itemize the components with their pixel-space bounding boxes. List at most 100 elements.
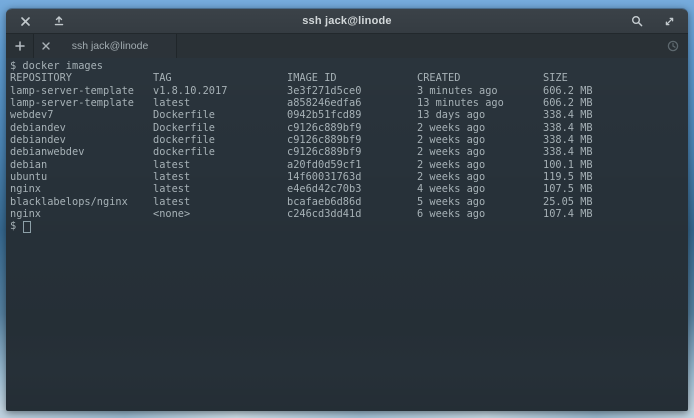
wallpaper-bottom-strip: [0, 410, 694, 418]
table-cell: c246cd3dd41d: [287, 208, 361, 220]
fullscreen-button[interactable]: [658, 9, 680, 33]
table-cell: dockerfile: [153, 134, 215, 146]
table-cell: Dockerfile: [153, 109, 215, 121]
new-tab-icon: [15, 41, 25, 51]
docker-images-table: REPOSITORYTAGIMAGE IDCREATEDSIZElamp-ser…: [10, 72, 688, 220]
tabbar: ssh jack@linode: [6, 33, 688, 58]
tab-close-button[interactable]: [34, 42, 58, 50]
table-cell: latest: [153, 171, 190, 183]
close-button[interactable]: [14, 9, 36, 33]
table-cell: blacklabelops/nginx: [10, 196, 128, 208]
table-row: debianwebdev dockerfile c9126c889bf9 2 week…: [10, 146, 688, 158]
table-cell: 2 weeks ago: [417, 171, 485, 183]
titlebar[interactable]: ssh jack@linode: [6, 9, 688, 33]
table-cell: 606.2 MB: [543, 85, 593, 97]
new-tab-button[interactable]: [6, 34, 34, 58]
search-button[interactable]: [626, 9, 648, 33]
table-cell: 14f60031763d: [287, 171, 361, 183]
table-cell: c9126c889bf9: [287, 146, 361, 158]
table-cell: a858246edfa6: [287, 97, 361, 109]
table-row: nginx <none> c246cd3dd41d 6 weeks ago 107.4 …: [10, 208, 688, 220]
table-cell: latest: [153, 97, 190, 109]
table-cell: 338.4 MB: [543, 109, 593, 121]
table-cell: 100.1 MB: [543, 159, 593, 171]
table-cell: debian: [10, 159, 47, 171]
table-cell: TAG: [153, 72, 172, 84]
table-cell: debiandev: [10, 134, 66, 146]
table-cell: 338.4 MB: [543, 146, 593, 158]
maximize-button[interactable]: [48, 9, 70, 33]
table-row: lamp-server-template latest a858246edfa6 13…: [10, 97, 688, 109]
table-header-row: REPOSITORY TAG IMAGE ID CREATED SIZE: [10, 72, 688, 84]
table-cell: 5 weeks ago: [417, 196, 485, 208]
table-cell: 107.4 MB: [543, 208, 593, 220]
fullscreen-icon: [664, 16, 675, 27]
terminal-cursor: [23, 221, 31, 233]
table-cell: IMAGE ID: [287, 72, 337, 84]
table-cell: bcafaeb6d86d: [287, 196, 361, 208]
table-cell: nginx: [10, 183, 41, 195]
table-cell: 338.4 MB: [543, 134, 593, 146]
table-cell: c9126c889bf9: [287, 134, 361, 146]
history-icon: [667, 40, 679, 52]
table-cell: CREATED: [417, 72, 460, 84]
tab-ssh-jack-linode[interactable]: ssh jack@linode: [34, 34, 177, 58]
close-icon: [21, 17, 30, 26]
table-cell: Dockerfile: [153, 122, 215, 134]
table-row: debian latest a20fd0d59cf1 2 weeks ago 100.1…: [10, 159, 688, 171]
table-cell: debiandev: [10, 122, 66, 134]
table-cell: 3 minutes ago: [417, 85, 498, 97]
table-cell: ubuntu: [10, 171, 47, 183]
prompt-symbol: $: [10, 220, 16, 232]
table-cell: c9126c889bf9: [287, 122, 361, 134]
window-title: ssh jack@linode: [6, 15, 688, 27]
terminal-body[interactable]: $ docker images REPOSITORY TAG IMAGE ID CRE…: [6, 58, 688, 411]
table-cell: 606.2 MB: [543, 97, 593, 109]
table-cell: lamp-server-template: [10, 97, 134, 109]
table-cell: <none>: [153, 208, 190, 220]
terminal-window: ssh jack@linode: [6, 8, 688, 411]
table-cell: REPOSITORY: [10, 72, 72, 84]
table-row: blacklabelops/nginx latest bcafaeb6d86d 5 w…: [10, 196, 688, 208]
table-row: debiandev dockerfile c9126c889bf9 2 weeks a…: [10, 134, 688, 146]
table-cell: 4 weeks ago: [417, 183, 485, 195]
table-cell: 3e3f271d5ce0: [287, 85, 361, 97]
table-cell: 13 minutes ago: [417, 97, 504, 109]
table-cell: SIZE: [543, 72, 568, 84]
table-cell: 338.4 MB: [543, 122, 593, 134]
table-cell: 2 weeks ago: [417, 159, 485, 171]
table-cell: 119.5 MB: [543, 171, 593, 183]
table-cell: latest: [153, 196, 190, 208]
search-icon: [631, 15, 643, 27]
desktop: { "window": { "title": "ssh jack@linode"…: [0, 0, 694, 418]
table-cell: a20fd0d59cf1: [287, 159, 361, 171]
table-cell: 107.5 MB: [543, 183, 593, 195]
table-cell: 0942b51fcd89: [287, 109, 361, 121]
table-cell: 2 weeks ago: [417, 146, 485, 158]
table-cell: latest: [153, 183, 190, 195]
table-cell: 6 weeks ago: [417, 208, 485, 220]
table-row: webdev7 Dockerfile 0942b51fcd89 13 days ago…: [10, 109, 688, 121]
table-cell: debianwebdev: [10, 146, 84, 158]
table-cell: dockerfile: [153, 146, 215, 158]
table-row: debiandev Dockerfile c9126c889bf9 2 weeks a…: [10, 122, 688, 134]
table-cell: e4e6d42c70b3: [287, 183, 361, 195]
table-cell: latest: [153, 159, 190, 171]
prompt-line: $: [10, 220, 688, 232]
maximize-icon: [54, 16, 64, 26]
table-row: ubuntu latest 14f60031763d 2 weeks ago 119.5…: [10, 171, 688, 183]
table-cell: webdev7: [10, 109, 53, 121]
tab-close-icon: [42, 42, 50, 50]
table-cell: 25.05 MB: [543, 196, 593, 208]
table-cell: v1.8.10.2017: [153, 85, 227, 97]
history-button[interactable]: [658, 34, 688, 58]
table-row: nginx latest e4e6d42c70b3 4 weeks ago 107.5 …: [10, 183, 688, 195]
table-cell: lamp-server-template: [10, 85, 134, 97]
table-cell: 2 weeks ago: [417, 134, 485, 146]
table-cell: nginx: [10, 208, 41, 220]
command-line: $ docker images: [10, 60, 688, 72]
table-cell: 2 weeks ago: [417, 122, 485, 134]
tab-title: ssh jack@linode: [58, 40, 176, 52]
table-row: lamp-server-template v1.8.10.2017 3e3f271d…: [10, 85, 688, 97]
table-cell: 13 days ago: [417, 109, 485, 121]
